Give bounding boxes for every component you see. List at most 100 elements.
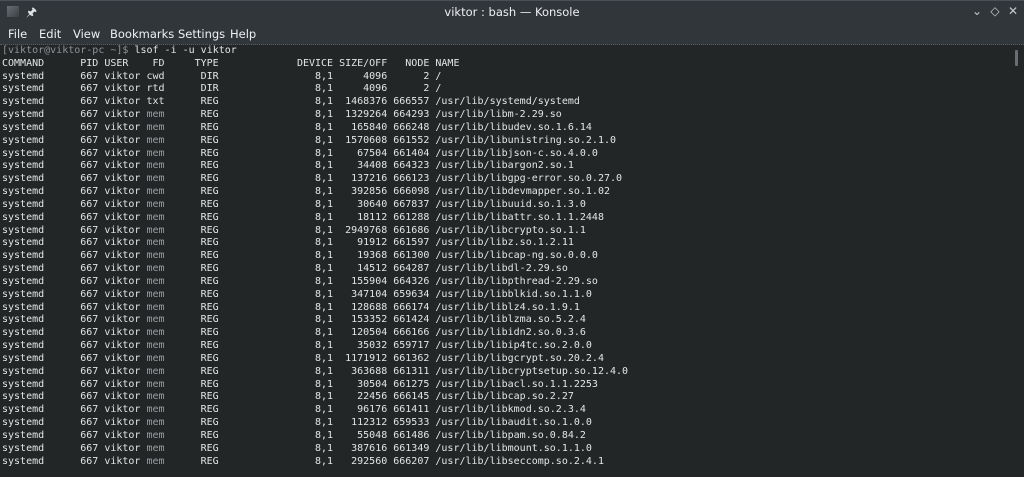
table-row: systemd 667 viktor mem REG 8,1 292560 666207/us… [2,456,1012,469]
name-cell: /usr/lib/libm-2.29.so [435,109,562,121]
device-cell: 8,1 [315,263,334,275]
type-cell: REG [200,378,219,390]
scrollbar[interactable] [1015,50,1018,66]
command-cell: systemd [2,352,45,364]
maximize-button[interactable]: ◇ [987,4,1003,18]
table-row: systemd 667 viktor txt REG 8,1 1468376 666557/u… [2,96,1012,109]
pid-cell: 667 [80,275,99,287]
name-cell: /usr/lib/libip4tc.so.2.0.0 [435,340,592,352]
pid-cell: 667 [80,160,99,172]
node-cell: 661686 [393,224,430,236]
fd-cell: mem [146,455,165,467]
prompt-line: [viktor@viktor-pc ~]$ lsof -i -u viktor [2,45,1012,58]
table-row: systemd 667 viktor mem REG 8,1 1171912 661362/u… [2,353,1012,366]
close-button[interactable]: ✕ [1005,4,1021,18]
command-cell: systemd [2,134,45,146]
type-cell: REG [200,455,219,467]
pid-cell: 667 [80,327,99,339]
size-off-cell: 19368 [357,250,388,262]
name-cell: /usr/lib/libcap-ng.so.0.0.0 [435,250,598,262]
type-cell: REG [200,211,219,223]
node-cell: 661404 [393,147,430,159]
pid-cell: 667 [80,147,99,159]
size-off-cell: 34408 [357,160,388,172]
device-cell: 8,1 [315,198,334,210]
device-cell: 8,1 [315,340,334,352]
pid-cell: 667 [80,429,99,441]
type-cell: REG [200,250,219,262]
table-header: COMMAND PID USER FD TYPE DEVICE SIZE/OFF NODE NA… [2,58,1012,71]
node-cell: 661552 [393,134,430,146]
title-bar[interactable]: 🖈 viktor : bash — Konsole ⌄ ◇ ✕ [0,0,1024,22]
menu-edit[interactable]: Edit [39,27,61,41]
command-cell: systemd [2,83,45,95]
menu-view[interactable]: View [73,27,100,41]
user-cell: viktor [104,186,141,198]
table-row: systemd 667 viktor mem REG 8,1 30640 667837/usr… [2,199,1012,212]
size-off-cell: 2949768 [345,224,388,236]
fd-cell: mem [146,211,165,223]
device-cell: 8,1 [315,391,334,403]
type-cell: REG [200,134,219,146]
name-cell: /usr/lib/systemd/systemd [435,96,580,108]
pid-cell: 667 [80,211,99,223]
menu-settings[interactable]: Settings [178,27,225,41]
pid-cell: 667 [80,237,99,249]
type-cell: REG [200,340,219,352]
table-row: systemd 667 viktor mem REG 8,1 387616 661349/us… [2,443,1012,456]
fd-cell: mem [146,404,165,416]
user-cell: viktor [104,327,141,339]
node-cell: 664287 [393,263,430,275]
name-cell: / [435,70,442,82]
device-cell: 8,1 [315,109,334,121]
terminal-output[interactable]: [viktor@viktor-pc ~]$ lsof -i -u viktor … [2,45,1012,477]
minimize-button[interactable]: ⌄ [969,4,985,18]
name-cell: /usr/lib/libpam.so.0.84.2 [435,429,586,441]
name-cell: /usr/lib/libudev.so.1.6.14 [435,121,592,133]
user-cell: viktor [104,417,141,429]
fd-cell: mem [146,109,165,121]
type-cell: REG [200,429,219,441]
device-cell: 8,1 [315,70,334,82]
chevron-down-icon: ⌄ [971,4,983,18]
pid-cell: 667 [80,121,99,133]
size-off-cell: 67504 [357,147,388,159]
size-off-cell: 30504 [357,378,388,390]
node-cell: 659533 [393,417,430,429]
node-cell: 661597 [393,237,430,249]
pid-cell: 667 [80,455,99,467]
device-cell: 8,1 [315,404,334,416]
user-cell: viktor [104,301,141,313]
fd-cell: mem [146,365,165,377]
menu-file[interactable]: File [8,27,27,41]
user-cell: viktor [104,173,141,185]
size-off-cell: 96176 [357,404,388,416]
name-cell: / [435,83,442,95]
command-cell: systemd [2,211,45,223]
type-cell: REG [200,237,219,249]
name-cell: /usr/lib/libuuid.so.1.3.0 [435,198,586,210]
node-cell: 666145 [393,391,430,403]
fd-cell: mem [146,250,165,262]
menu-help[interactable]: Help [230,27,256,41]
size-off-cell: 165840 [351,121,388,133]
pid-cell: 667 [80,288,99,300]
device-cell: DEVICE [296,57,334,69]
size-off-cell: 120504 [351,327,388,339]
pid-cell: 667 [80,263,99,275]
user-cell: viktor [104,378,141,390]
name-cell: /usr/lib/liblzma.so.5.2.4 [435,314,586,326]
fd-cell: mem [146,160,165,172]
node-cell: 661486 [393,429,430,441]
menu-bookmarks[interactable]: Bookmarks [110,27,174,41]
type-cell: REG [200,173,219,185]
node-cell: 659717 [393,340,430,352]
command-cell: systemd [2,186,45,198]
command-cell: systemd [2,442,45,454]
pid-cell: 667 [80,186,99,198]
device-cell: 8,1 [315,186,334,198]
table-row: systemd 667 viktor mem REG 8,1 120504 666166/us… [2,327,1012,340]
pid-cell: 667 [80,224,99,236]
node-cell: 661275 [393,378,430,390]
pid-cell: 667 [80,198,99,210]
